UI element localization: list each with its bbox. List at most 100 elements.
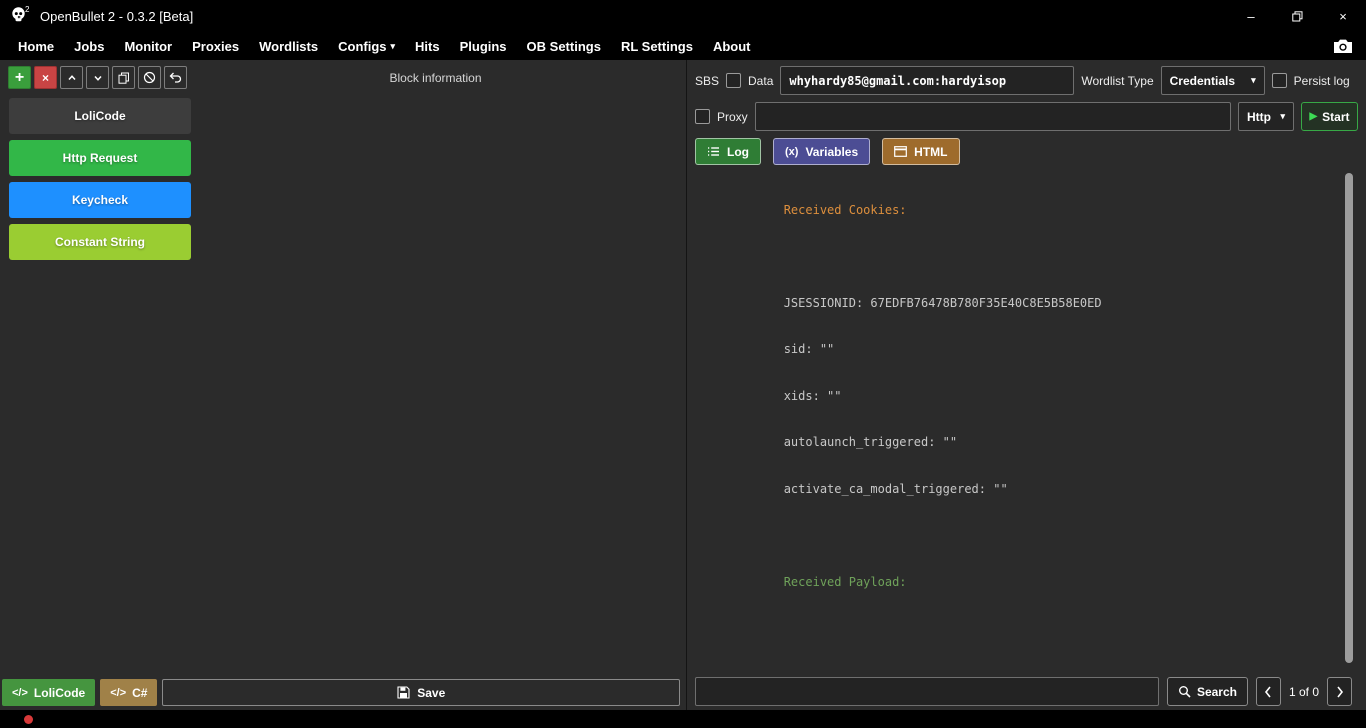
save-label: Save xyxy=(417,686,445,700)
log-line-text: {"errorCode":"E0000004","errorSummary":"… xyxy=(697,668,1318,670)
log-line: {"errorCode":"E0000004","errorSummary":"… xyxy=(697,652,1336,669)
menu-item[interactable]: RL Settings xyxy=(611,32,703,60)
menu-item[interactable]: Hits xyxy=(405,32,450,60)
ban-icon xyxy=(143,71,156,84)
screenshot-camera-button[interactable] xyxy=(1328,34,1358,58)
log-line: activate_ca_modal_triggered: "" xyxy=(697,466,1336,513)
save-config-button[interactable]: Save xyxy=(162,679,680,706)
svg-text:2: 2 xyxy=(25,5,30,14)
window-icon xyxy=(894,146,907,157)
menu-items: Home Jobs Monitor Proxies Wordlists Conf… xyxy=(8,32,761,60)
menu-item-label: OB Settings xyxy=(527,39,601,54)
menu-item-label: Plugins xyxy=(460,39,507,54)
menu-item-label: Hits xyxy=(415,39,440,54)
proxy-input[interactable] xyxy=(755,102,1231,131)
undo-button[interactable] xyxy=(164,66,187,89)
view-lolicode-button[interactable]: </> LoliCode xyxy=(2,679,95,706)
move-block-down-button[interactable] xyxy=(86,66,109,89)
next-match-button[interactable] xyxy=(1327,677,1352,706)
undo-arrow-icon xyxy=(169,72,182,83)
menu-item[interactable]: OB Settings xyxy=(517,32,611,60)
view-csharp-button[interactable]: </> C# xyxy=(100,679,157,706)
tab-log-label: Log xyxy=(727,145,749,159)
list-icon xyxy=(707,146,720,157)
copy-icon xyxy=(118,72,130,84)
clone-block-button[interactable] xyxy=(112,66,135,89)
menu-item[interactable]: About xyxy=(703,32,761,60)
use-proxy-checkbox[interactable] xyxy=(695,109,710,124)
window-title: OpenBullet 2 - 0.3.2 [Beta] xyxy=(40,9,193,24)
view-csharp-label: C# xyxy=(132,686,147,700)
move-block-up-button[interactable] xyxy=(60,66,83,89)
log-line-text: xids: "" xyxy=(784,389,842,403)
disable-block-button[interactable] xyxy=(138,66,161,89)
log-line xyxy=(697,234,1336,281)
sbs-checkbox[interactable] xyxy=(726,73,741,88)
menu-item-label: Configs xyxy=(338,39,386,54)
menu-item-label: RL Settings xyxy=(621,39,693,54)
log-scrollbar[interactable] xyxy=(1345,173,1354,663)
debugger-data-row: SBS Data Wordlist Type Credentials ▾ Per… xyxy=(695,66,1358,95)
wordlist-type-select[interactable]: Credentials ▾ xyxy=(1161,66,1265,95)
log-line: Received Payload: xyxy=(697,559,1336,606)
wordlist-type-value: Credentials xyxy=(1170,74,1235,88)
log-line: autolaunch_triggered: "" xyxy=(697,420,1336,467)
window-controls: – × xyxy=(1228,0,1366,32)
add-block-button[interactable]: + xyxy=(8,66,31,89)
tab-log[interactable]: Log xyxy=(695,138,761,165)
log-line xyxy=(697,606,1336,653)
code-icon: </> xyxy=(110,687,126,699)
menu-item[interactable]: Configs ▾ xyxy=(328,32,405,60)
menu-item[interactable]: Proxies xyxy=(182,32,249,60)
log-search-input[interactable] xyxy=(695,677,1159,706)
log-line: Received Cookies: xyxy=(697,187,1336,234)
maximize-button[interactable] xyxy=(1274,0,1320,32)
proxy-type-value: Http xyxy=(1247,110,1271,124)
menu-item[interactable]: Home xyxy=(8,32,64,60)
tab-html[interactable]: HTML xyxy=(882,138,959,165)
stacker-block[interactable]: LoliCode xyxy=(9,98,191,134)
menu-item[interactable]: Plugins xyxy=(450,32,517,60)
chevron-up-icon xyxy=(67,73,77,83)
search-button[interactable]: Search xyxy=(1167,677,1248,706)
menu-item-label: Wordlists xyxy=(259,39,318,54)
menu-item-label: Jobs xyxy=(74,39,104,54)
menu-item[interactable]: Wordlists xyxy=(249,32,328,60)
minimize-button[interactable]: – xyxy=(1228,0,1274,32)
stacker-block[interactable]: Http Request xyxy=(9,140,191,176)
start-button[interactable]: ▶ Start xyxy=(1301,102,1358,131)
stacker-block[interactable]: Constant String xyxy=(9,224,191,260)
close-button[interactable]: × xyxy=(1320,0,1366,32)
debugger-tabs: Log (x) Variables HTML xyxy=(695,138,1358,165)
camera-icon xyxy=(1333,38,1353,54)
persist-log-checkbox[interactable] xyxy=(1272,73,1287,88)
sbs-label: SBS xyxy=(695,74,719,88)
data-input[interactable] xyxy=(780,66,1074,95)
scrollbar-thumb[interactable] xyxy=(1345,173,1353,663)
search-icon xyxy=(1178,685,1191,698)
block-information-label: Block information xyxy=(195,71,676,85)
log-line-text: JSESSIONID: 67EDFB76478B780F35E40C8E5B58… xyxy=(784,296,1102,310)
menu-item[interactable]: Jobs xyxy=(64,32,114,60)
menu-item-label: Home xyxy=(18,39,54,54)
code-icon: </> xyxy=(12,687,28,699)
save-floppy-icon xyxy=(397,686,410,699)
log-line-text: sid: "" xyxy=(784,342,835,356)
remove-block-button[interactable]: × xyxy=(34,66,57,89)
tab-variables-label: Variables xyxy=(805,145,858,159)
debugger-panel: SBS Data Wordlist Type Credentials ▾ Per… xyxy=(687,60,1366,710)
x-icon: × xyxy=(42,71,49,85)
variables-icon: (x) xyxy=(785,146,798,158)
start-label: Start xyxy=(1322,110,1349,124)
proxy-type-select[interactable]: Http ▾ xyxy=(1238,102,1294,131)
proxy-label: Proxy xyxy=(717,110,748,124)
previous-match-button[interactable] xyxy=(1256,677,1281,706)
menu-item[interactable]: Monitor xyxy=(114,32,182,60)
block-stack: LoliCode Http Request Keycheck Constant … xyxy=(9,98,191,260)
data-label: Data xyxy=(748,74,773,88)
menu-item-label: Monitor xyxy=(124,39,172,54)
stacker-block[interactable]: Keycheck xyxy=(9,182,191,218)
tab-variables[interactable]: (x) Variables xyxy=(773,138,870,165)
log-line-text: Received Payload: xyxy=(784,575,907,589)
menu-item-label: About xyxy=(713,39,751,54)
